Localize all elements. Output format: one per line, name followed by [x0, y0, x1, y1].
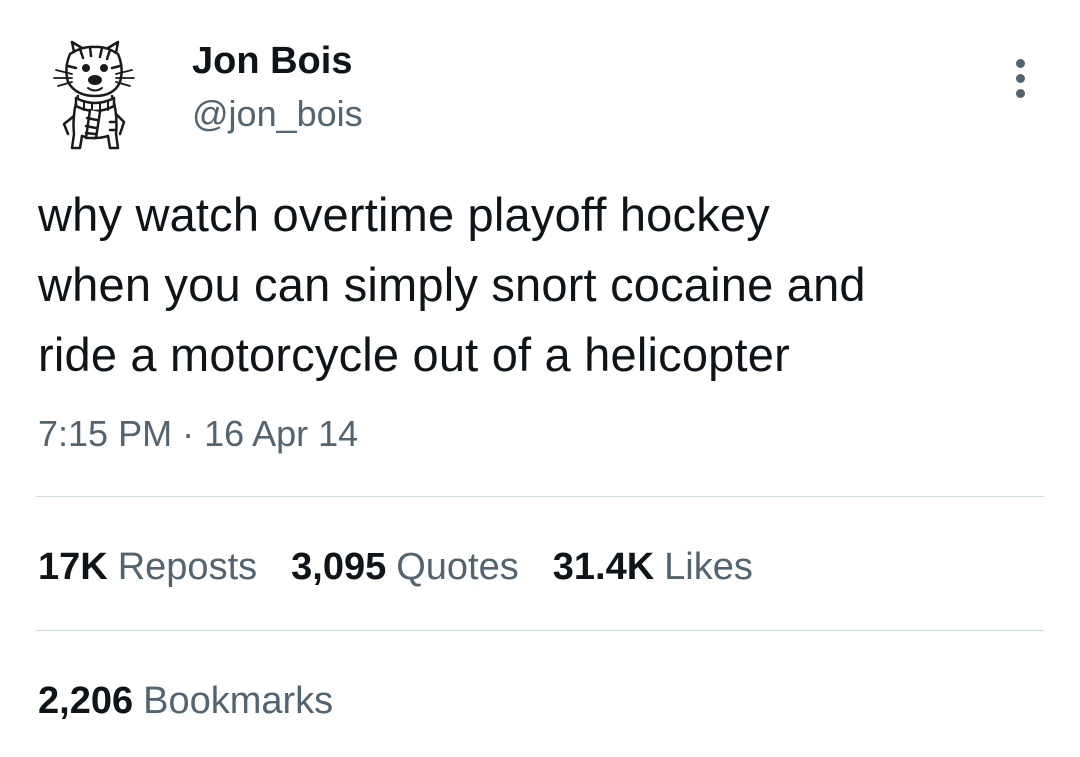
likes-stat[interactable]: 31.4K Likes	[553, 542, 753, 592]
tweet-detail: Jon Bois @jon_bois why watch overtime pl…	[0, 0, 1080, 757]
more-vertical-icon	[1015, 58, 1025, 68]
hobbes-avatar-icon	[53, 40, 135, 150]
more-vertical-icon-dot-3	[1015, 88, 1025, 98]
quotes-label: Quotes	[396, 546, 519, 588]
tweet-date[interactable]: 16 Apr 14	[204, 413, 358, 454]
more-options-button[interactable]	[996, 52, 1044, 104]
author-handle[interactable]: @jon_bois	[192, 92, 363, 136]
bookmarks-label: Bookmarks	[143, 680, 334, 722]
bookmarks-count: 2,206	[38, 680, 134, 722]
bookmarks-stat[interactable]: 2,206 Bookmarks	[38, 676, 333, 726]
divider	[36, 630, 1044, 631]
quotes-count: 3,095	[291, 546, 387, 588]
reposts-count: 17K	[38, 546, 108, 588]
tweet-timestamp: 7:15 PM · 16 Apr 14	[38, 412, 358, 456]
meta-separator: ·	[182, 413, 195, 454]
quotes-stat[interactable]: 3,095 Quotes	[291, 542, 519, 592]
more-vertical-icon-dot-2	[1015, 73, 1025, 83]
divider	[36, 496, 1044, 497]
reposts-stat[interactable]: 17K Reposts	[38, 542, 257, 592]
engagement-stats: 17K Reposts 3,095 Quotes 31.4K Likes	[38, 542, 753, 592]
avatar[interactable]	[50, 38, 138, 152]
tweet-text: why watch overtime playoff hockey when y…	[38, 188, 866, 381]
author-display-name[interactable]: Jon Bois	[192, 38, 352, 84]
likes-label: Likes	[664, 546, 753, 588]
reposts-label: Reposts	[117, 546, 258, 588]
tweet-time[interactable]: 7:15 PM	[38, 413, 172, 454]
likes-count: 31.4K	[552, 546, 655, 588]
